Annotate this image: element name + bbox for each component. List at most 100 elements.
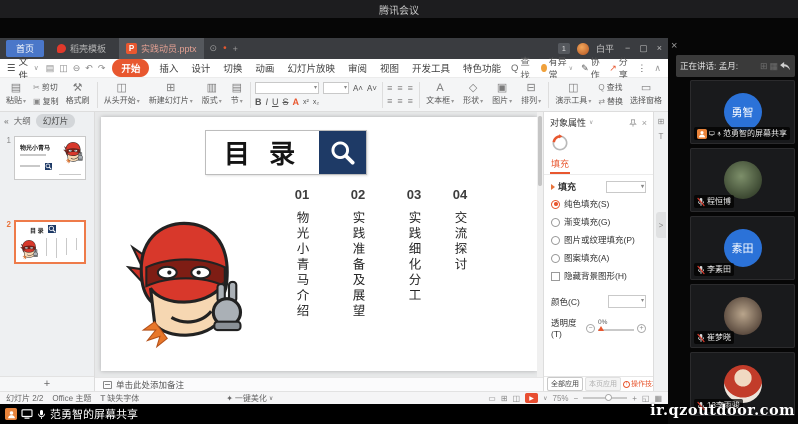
panel-toggle-icon[interactable]: ⊞: [658, 117, 665, 126]
apply-all-button[interactable]: 全部应用: [547, 377, 583, 391]
indent-icon[interactable]: ≡: [408, 83, 414, 93]
color-select[interactable]: [608, 295, 646, 308]
new-tab-button[interactable]: +: [233, 44, 238, 54]
menu-tab-review[interactable]: 审阅: [345, 60, 370, 76]
minimize-button[interactable]: −: [625, 43, 630, 54]
fit-slide-icon[interactable]: ◱: [642, 394, 650, 403]
print-icon[interactable]: ◫: [59, 63, 68, 74]
menu-tab-animation[interactable]: 动画: [252, 60, 277, 76]
redo-icon[interactable]: ↷: [98, 63, 106, 74]
missing-font-button[interactable]: T 缺失字体: [100, 393, 139, 404]
tab-fill[interactable]: 填充: [550, 155, 570, 174]
font-family-select[interactable]: [255, 82, 319, 94]
format-painter-button[interactable]: ⚒ 格式刷: [64, 83, 92, 106]
italic-button[interactable]: I: [265, 97, 268, 107]
toc-item-2[interactable]: 02 实践准备及展望: [343, 187, 373, 320]
tab-docer-templates[interactable]: 稻壳模板: [50, 38, 113, 59]
fill-preset-select[interactable]: [606, 181, 646, 193]
copy-button[interactable]: ▣复制: [33, 96, 59, 107]
collapse-panel-icon[interactable]: «: [4, 116, 9, 126]
close-panel-icon[interactable]: ×: [642, 118, 647, 128]
restore-button[interactable]: ▢: [639, 43, 648, 54]
bullet-list-icon[interactable]: ≡: [387, 83, 393, 93]
zoom-slider[interactable]: [583, 397, 627, 399]
tab-slides[interactable]: 幻灯片: [36, 114, 76, 128]
normal-view-icon[interactable]: ▭: [488, 394, 496, 403]
account-name[interactable]: 白平: [596, 42, 614, 55]
picture-button[interactable]: ▣ 图片: [490, 83, 514, 106]
menu-tab-features[interactable]: 特色功能: [460, 60, 504, 76]
fill-option-pattern[interactable]: 图案填充(A): [544, 252, 653, 264]
slide-mascot-image[interactable]: [123, 215, 245, 351]
text-tool-icon[interactable]: T: [659, 132, 664, 141]
fill-option-gradient[interactable]: 渐变填充(G): [544, 216, 653, 228]
gallery-view-icon[interactable]: ⊞: [760, 61, 768, 72]
superscript-button[interactable]: x²: [303, 99, 309, 106]
collapse-panel-handle[interactable]: >: [656, 212, 666, 238]
more-menu-icon[interactable]: ⋮: [637, 63, 646, 74]
new-slide-button[interactable]: ⊞ 新建幻灯片: [147, 83, 195, 106]
pin-icon[interactable]: [629, 119, 637, 127]
menu-tab-insert[interactable]: 插入: [156, 60, 181, 76]
menu-tab-transition[interactable]: 切换: [220, 60, 245, 76]
play-from-start-button[interactable]: ◫ 从头开始: [102, 83, 142, 106]
notification-badge[interactable]: 1: [558, 43, 570, 54]
slide-title-box[interactable]: 目 录: [205, 130, 367, 175]
align-left-icon[interactable]: ≡: [387, 96, 393, 106]
beautify-button[interactable]: ✦ 一键美化 ∨: [226, 393, 273, 404]
find-button[interactable]: Q查找: [598, 82, 623, 93]
replace-button[interactable]: ⇄替换: [598, 96, 623, 107]
play-slideshow-button[interactable]: ▶: [525, 393, 538, 403]
cut-button[interactable]: ✂剪切: [33, 82, 59, 93]
number-list-icon[interactable]: ≡: [397, 83, 403, 93]
fill-section-header[interactable]: 填充: [544, 175, 653, 195]
video-tile[interactable]: 程恒博: [690, 148, 795, 212]
decrease-font-icon[interactable]: A˅: [367, 84, 377, 93]
toc-item-1[interactable]: 01 物光小青马介绍: [287, 187, 317, 320]
zoom-slider-knob[interactable]: [605, 394, 612, 401]
toc-item-3[interactable]: 03 实践细化分工: [399, 187, 429, 304]
return-arrow-icon[interactable]: [780, 62, 791, 71]
paste-button[interactable]: ▤ 粘贴: [4, 83, 28, 106]
hide-background-checkbox[interactable]: 隐藏背景图形(H): [544, 270, 653, 282]
transparency-minus-button[interactable]: −: [586, 324, 595, 333]
underline-button[interactable]: U: [272, 97, 279, 107]
export-icon[interactable]: ⊖: [73, 63, 81, 74]
theme-name[interactable]: Office 主题: [52, 393, 91, 404]
subscript-button[interactable]: x₂: [313, 99, 319, 106]
canvas-scrollbar[interactable]: [537, 112, 543, 377]
align-right-icon[interactable]: ≡: [408, 96, 414, 106]
account-avatar[interactable]: [577, 43, 589, 55]
apply-page-button[interactable]: 本页应用: [585, 377, 621, 391]
sidebar-close-icon[interactable]: ×: [671, 40, 677, 52]
zoom-out-icon[interactable]: −: [574, 394, 579, 403]
menu-tab-slideshow[interactable]: 幻灯片放映: [284, 60, 338, 76]
zoom-level[interactable]: 75%: [553, 394, 569, 403]
scrollbar-thumb[interactable]: [538, 116, 542, 186]
notes-bar[interactable]: 单击此处添加备注: [95, 377, 543, 391]
menu-tab-design[interactable]: 设计: [188, 60, 213, 76]
video-tile[interactable]: 素田 李素田: [690, 216, 795, 280]
undo-icon[interactable]: ↶: [85, 63, 93, 74]
toc-item-4[interactable]: 04 交流探讨: [445, 187, 475, 273]
present-tools-button[interactable]: ◫ 演示工具: [553, 83, 593, 106]
menu-tab-home[interactable]: 开始: [112, 59, 149, 77]
close-button[interactable]: ×: [657, 43, 662, 54]
menu-tab-view[interactable]: 视图: [377, 60, 402, 76]
align-center-icon[interactable]: ≡: [397, 96, 403, 106]
reading-view-icon[interactable]: ◫: [513, 394, 521, 403]
tab-outline[interactable]: 大纲: [14, 115, 31, 127]
font-color-button[interactable]: A: [292, 97, 299, 107]
slide-sorter-icon[interactable]: ⊞: [501, 394, 508, 403]
zoom-in-icon[interactable]: +: [632, 394, 637, 403]
add-slide-button[interactable]: +: [0, 376, 94, 391]
bold-button[interactable]: B: [255, 97, 262, 107]
textbox-button[interactable]: A 文本框: [424, 83, 456, 106]
menu-tab-developer[interactable]: 开发工具: [409, 60, 453, 76]
slide-thumbnail-2-selected[interactable]: 目 录: [14, 220, 86, 264]
video-tile[interactable]: 崔梦晓: [690, 284, 795, 348]
strikethrough-button[interactable]: S: [282, 97, 288, 107]
font-size-select[interactable]: [323, 82, 349, 94]
transparency-slider[interactable]: 0%: [598, 322, 634, 334]
arrange-button[interactable]: ⊟ 排列: [519, 83, 543, 106]
